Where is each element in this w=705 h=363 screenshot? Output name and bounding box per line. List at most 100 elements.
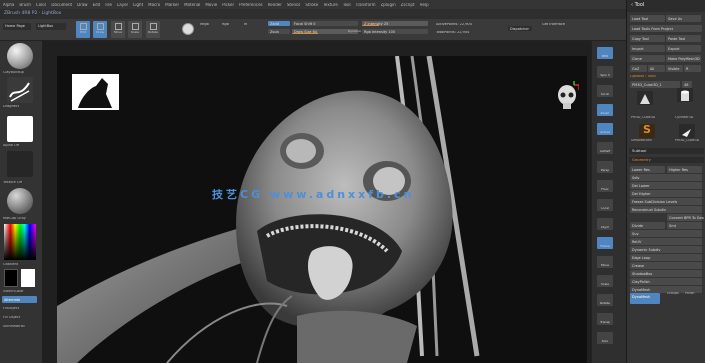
lightbox-button[interactable]: LightBox: [36, 23, 66, 30]
geometry-edge-loop[interactable]: Edge Loop: [630, 254, 702, 261]
menu-item-picker[interactable]: Picker: [222, 3, 234, 7]
tool-visible-button[interactable]: Visible: [666, 65, 683, 72]
navigation-thumbnail[interactable]: [72, 74, 119, 110]
material-sphere-icon[interactable]: [182, 23, 194, 35]
geometry-del-higher[interactable]: Del Higher: [630, 190, 702, 197]
tool-copy-tool-button[interactable]: Copy Tool: [630, 35, 665, 42]
rshelf-solo-button[interactable]: Solo: [597, 332, 613, 344]
menu-item-tool[interactable]: Tool: [343, 3, 351, 7]
rshelf-lsym-button[interactable]: LSym: [597, 218, 613, 230]
menu-item-help[interactable]: Help: [420, 3, 429, 7]
alternate-button[interactable]: Alternate: [2, 296, 37, 303]
menu-item-brush[interactable]: Brush: [19, 3, 31, 7]
rshelf-bpr-button[interactable]: BPR: [597, 47, 613, 59]
alpha-thumbnail[interactable]: [7, 116, 33, 142]
skin-material-item[interactable]: SkinMaterial: [3, 325, 25, 329]
tool-goz-button[interactable]: GoZ: [630, 65, 647, 72]
menu-item-layer[interactable]: Layer: [117, 3, 128, 7]
rotate-mode-button[interactable]: Rotate: [146, 21, 160, 38]
m-toggle[interactable]: M: [244, 23, 247, 27]
geometry-claypolish[interactable]: ClayPolish: [630, 278, 702, 285]
texture-thumbnail[interactable]: [7, 151, 33, 177]
rshelf-rotate-button[interactable]: Rotate: [597, 294, 613, 306]
fill-object-item[interactable]: FillObject: [3, 307, 19, 311]
menu-item-edit[interactable]: Edit: [93, 3, 101, 7]
geometry-smt[interactable]: Smt: [667, 222, 702, 229]
edit-mode-button[interactable]: Edit: [76, 21, 90, 38]
secondary-color-swatch[interactable]: [21, 269, 35, 287]
groups-toggle[interactable]: Groups: [667, 292, 679, 295]
geometry-lower-res[interactable]: Lower Res: [630, 166, 665, 173]
tool-save-as-button[interactable]: Save As: [666, 15, 701, 22]
get-interface-link[interactable]: Get interface: [542, 23, 565, 27]
draw-mode-button[interactable]: Draw: [93, 21, 107, 38]
rshelf-transp-button[interactable]: Transp: [597, 313, 613, 325]
geometry-reuv[interactable]: ReUV: [630, 238, 702, 245]
rshelf-move-button[interactable]: Move: [597, 256, 613, 268]
color-picker[interactable]: [4, 224, 36, 260]
geometry-del-lower[interactable]: Del Lower: [630, 182, 702, 189]
geometry-reconstruct-subdiv[interactable]: Reconstruct Subdiv: [630, 206, 702, 213]
dispatcher-button[interactable]: Dispatcher: [508, 26, 532, 31]
tool-export-button[interactable]: Export: [666, 45, 701, 52]
fill-object-item-2[interactable]: Fill Object: [3, 316, 20, 320]
menu-item-render[interactable]: Render: [268, 3, 282, 7]
scale-mode-button[interactable]: Scale: [128, 21, 142, 38]
geometry-freeze-subdivision-levels[interactable]: Freeze SubDivision Levels: [630, 198, 702, 205]
tool-load-tools-from-project-button[interactable]: Load Tools From Project: [630, 25, 702, 32]
geometry-shadowbox[interactable]: ShadowBox: [630, 270, 702, 277]
tool-paste-tool-button[interactable]: Paste Tool: [666, 35, 701, 42]
rshelf-frame-button[interactable]: Frame: [597, 237, 613, 249]
menu-item-draw[interactable]: Draw: [77, 3, 87, 7]
menu-item-stroke[interactable]: Stroke: [305, 3, 318, 7]
geometry-section[interactable]: Geometry: [629, 157, 704, 163]
geometry-dynamic-subdiv[interactable]: Dynamic Subdiv: [630, 246, 702, 253]
menu-item-transform[interactable]: Transform: [356, 3, 376, 7]
rshelf-aahalf-button[interactable]: AAHalf: [597, 142, 613, 154]
move-mode-button[interactable]: Move: [111, 21, 125, 38]
rshelf-zoom-button[interactable]: Zoom: [597, 104, 613, 116]
geometry-sdiv[interactable]: Sdiv: [630, 174, 702, 181]
3d-viewport[interactable]: 技艺CG www.adnxxfb.cn: [57, 56, 587, 363]
menu-item-stencil[interactable]: Stencil: [287, 3, 301, 7]
menu-item-alpha[interactable]: Alpha: [3, 3, 14, 7]
polish-toggle[interactable]: Polish: [685, 292, 695, 295]
menu-item-marker[interactable]: Marker: [165, 3, 179, 7]
tool-load-tool-button[interactable]: Load Tool: [630, 15, 665, 22]
z-intensity-slider[interactable]: Z Intensity 25: [362, 21, 428, 26]
tool-tile-cylinder[interactable]: [677, 88, 693, 102]
dynamic-toggle[interactable]: Dynamic: [348, 30, 361, 33]
lightbox-tools-link[interactable]: Lightbox › Tools: [630, 75, 656, 78]
switch-color-button[interactable]: SwitchColor: [3, 290, 24, 294]
menu-item-movie[interactable]: Movie: [205, 3, 217, 7]
menu-item-zplugin[interactable]: Zplugin: [381, 3, 396, 7]
brush-sphere-icon[interactable]: [7, 43, 33, 69]
mrgb-toggle[interactable]: Mrgb: [200, 23, 209, 27]
tool-tile-simplebrush[interactable]: S: [639, 124, 655, 138]
menu-item-document[interactable]: Document: [51, 3, 72, 7]
tool-r-button[interactable]: R: [684, 65, 701, 72]
current-tool-slider[interactable]: PM3D_Cube3D_1: [630, 81, 680, 88]
tool-make-polymesh3d-button[interactable]: Make PolyMesh3D: [666, 55, 701, 62]
focal-shift-slider[interactable]: Focal Shift 0: [292, 21, 358, 26]
menu-item-material[interactable]: Material: [184, 3, 200, 7]
dynamesh-button[interactable]: DynaMesh: [630, 293, 660, 304]
menu-item-light[interactable]: Light: [133, 3, 143, 7]
geometry-convert-bpr-to-geo[interactable]: Convert BPR To Geo: [667, 214, 704, 221]
rshelf-floor-button[interactable]: Floor: [597, 180, 613, 192]
menu-item-preferences[interactable]: Preferences: [239, 3, 263, 7]
rshelf-local-button[interactable]: Local: [597, 199, 613, 211]
tool-tile-cube-2[interactable]: [679, 124, 695, 138]
tool-all-button[interactable]: All: [648, 65, 665, 72]
geometry-crease[interactable]: Crease: [630, 262, 702, 269]
rshelf-scale-button[interactable]: Scale: [597, 275, 613, 287]
rshelf-persp-button[interactable]: Persp: [597, 161, 613, 173]
tool-import-button[interactable]: Import: [630, 45, 665, 52]
menu-item-color[interactable]: Color: [36, 3, 46, 7]
tool-clone-button[interactable]: Clone: [630, 55, 665, 62]
menu-item-zscript[interactable]: Zscript: [401, 3, 415, 7]
zadd-button[interactable]: Zadd: [268, 21, 290, 26]
subtool-section[interactable]: Subtool: [629, 148, 704, 154]
rshelf-spix-3-button[interactable]: Spix 3: [597, 66, 613, 78]
main-color-swatch[interactable]: [4, 269, 18, 287]
